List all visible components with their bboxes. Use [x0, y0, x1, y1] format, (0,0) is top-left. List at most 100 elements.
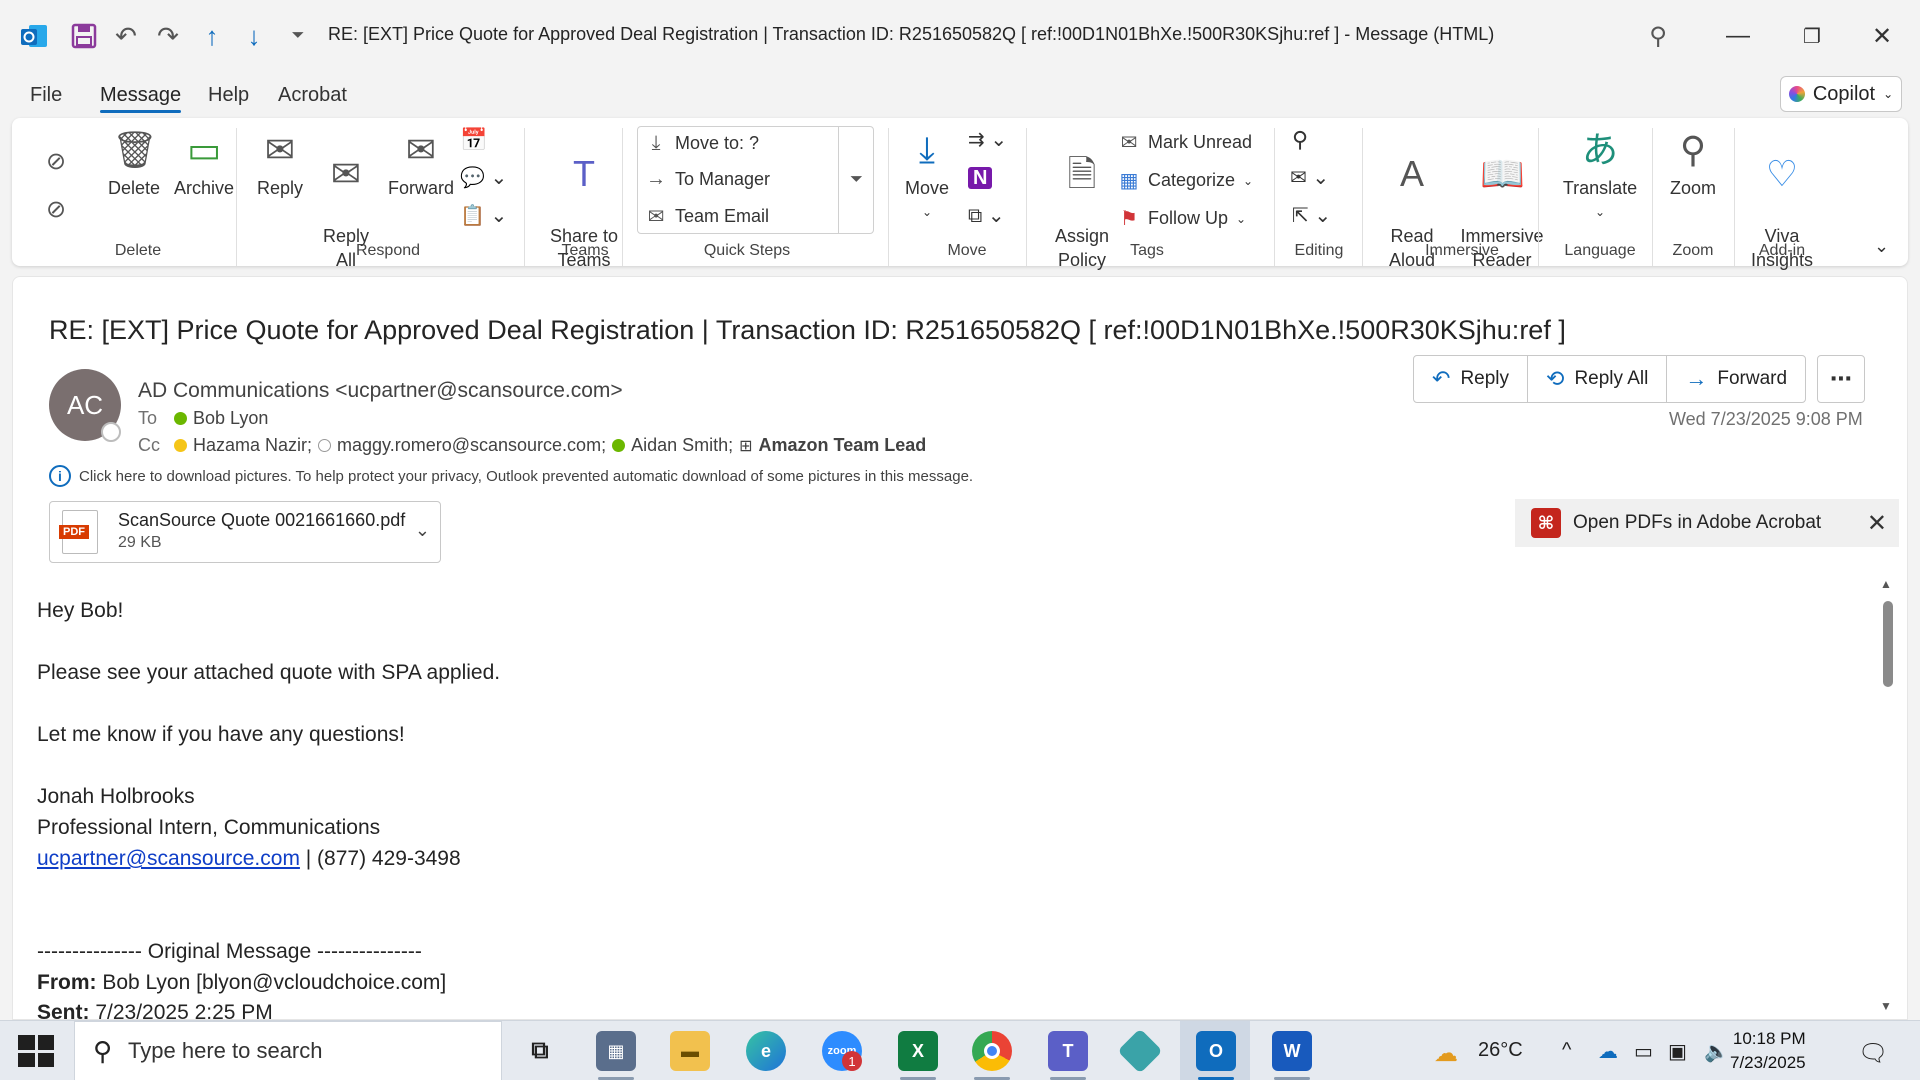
message-actions: ↶ Reply ⟲ Reply All → Forward — [1413, 355, 1807, 403]
close-icon[interactable]: ✕ — [1867, 509, 1887, 538]
to-label: To — [138, 408, 158, 428]
chrome-icon[interactable] — [972, 1031, 1012, 1071]
restore-button[interactable]: ❐ — [1782, 14, 1842, 58]
translate-label: Translate — [1562, 178, 1638, 198]
recipient-to[interactable]: Bob Lyon — [193, 408, 268, 429]
recipient-cc[interactable]: Hazama Nazir; — [193, 435, 312, 456]
app-icon[interactable] — [1117, 1028, 1163, 1074]
undo-icon[interactable]: ↶ — [108, 18, 144, 54]
move-button[interactable]: ⤓ Move ⌄ — [894, 128, 960, 224]
menu-acrobat[interactable]: Acrobat — [278, 84, 347, 107]
reply-button[interactable]: ✉ Reply — [250, 128, 310, 200]
follow-up-button[interactable]: ⚑ Follow Up ⌄ — [1118, 206, 1246, 231]
message-datetime: Wed 7/23/2025 9:08 PM — [1669, 409, 1863, 429]
zoom-button[interactable]: ⚲ Zoom — [1658, 128, 1728, 200]
translate-button[interactable]: あ Translate ⌄ — [1550, 128, 1650, 224]
forward-button[interactable]: ✉ Forward — [384, 128, 458, 200]
ribbon-separator — [1538, 128, 1539, 266]
file-explorer-icon[interactable]: ▬ — [670, 1031, 710, 1071]
attachment[interactable]: PDF ScanSource Quote 0021661660.pdf 29 K… — [49, 501, 441, 563]
ignore-button[interactable]: ⊘ — [34, 140, 78, 188]
edge-icon[interactable]: e — [746, 1031, 786, 1071]
sender[interactable]: AD Communications <ucpartner@scansource.… — [138, 379, 623, 403]
task-view-icon[interactable]: ⧉ — [520, 1031, 560, 1071]
expand-group-icon[interactable]: ⊞ — [739, 436, 752, 456]
copilot-button[interactable]: Copilot ⌄ — [1780, 76, 1902, 112]
weather-icon[interactable]: ☁ — [1434, 1039, 1458, 1068]
notifications-icon[interactable]: 🗨 — [1858, 1039, 1888, 1068]
scroll-down-icon[interactable]: ▼ — [1880, 999, 1892, 1013]
onedrive-icon[interactable]: ☁ — [1598, 1039, 1618, 1064]
assign-policy-button[interactable]: 🗎 Assign Policy — [1038, 128, 1126, 272]
network-icon[interactable]: ▣ — [1668, 1039, 1687, 1064]
signature-email-link[interactable]: ucpartner@scansource.com — [37, 847, 300, 870]
move-to-icon: ⤓ — [651, 132, 661, 154]
customize-toolbar-icon[interactable]: ⏷ — [280, 18, 316, 54]
next-item-icon[interactable]: ↓ — [236, 18, 272, 54]
quick-step-move-to[interactable]: ⤓ Move to: ? — [645, 132, 759, 155]
minimize-button[interactable]: — — [1708, 14, 1768, 58]
quick-steps-expand[interactable]: ⏷ — [838, 126, 874, 234]
junk-button[interactable]: ⊘ — [34, 188, 78, 236]
meeting-button[interactable]: 📅 — [460, 128, 487, 152]
ribbon-separator — [236, 128, 237, 266]
redo-icon[interactable]: ↷ — [150, 18, 186, 54]
quick-step-to-manager[interactable]: → To Manager — [645, 168, 770, 191]
original-sent: Sent: 7/23/2025 2:25 PM — [37, 1001, 273, 1019]
rules-button[interactable]: ⇉ ⌄ — [968, 128, 1007, 152]
categorize-button[interactable]: ▦ Categorize ⌄ — [1118, 168, 1254, 193]
archive-button[interactable]: ▭ Archive — [164, 128, 244, 200]
clock[interactable]: 10:18 PM 7/23/2025 — [1730, 1027, 1806, 1075]
presence-indicator — [101, 422, 121, 442]
attachment-name: ScanSource Quote 0021661660.pdf — [118, 510, 406, 530]
assign-policy-label: Assign Policy — [1054, 226, 1110, 270]
search-icon[interactable]: ⚲ — [1640, 18, 1676, 54]
volume-icon[interactable]: 🔈 — [1704, 1039, 1729, 1064]
menu-file[interactable]: File — [30, 84, 62, 107]
more-respond-button[interactable]: 📋 ⌄ — [460, 204, 507, 228]
start-button[interactable] — [18, 1035, 54, 1067]
onenote-button[interactable]: N — [968, 166, 993, 190]
menu-help[interactable]: Help — [208, 84, 249, 107]
pdf-icon: PDF — [59, 510, 98, 554]
calculator-icon[interactable]: ▦ — [596, 1031, 636, 1071]
acrobat-banner[interactable]: ⌘ Open PDFs in Adobe Acrobat ✕ — [1515, 499, 1899, 547]
previous-item-icon[interactable]: ↑ — [194, 18, 230, 54]
more-actions-button[interactable]: ⋯ — [1817, 355, 1865, 403]
ribbon-expand-button[interactable]: ⌄ — [1874, 234, 1889, 258]
im-button[interactable]: 💬 ⌄ — [460, 166, 507, 190]
categorize-label: Categorize — [1148, 170, 1236, 190]
immersive-reader-icon: 📖 — [1480, 153, 1525, 194]
delete-button[interactable]: 🗑 Delete — [98, 128, 170, 200]
teams-icon[interactable]: T — [1048, 1031, 1088, 1071]
group-label-editing: Editing — [1294, 242, 1344, 259]
forward-button[interactable]: → Forward — [1667, 356, 1805, 402]
show-hidden-icons[interactable]: ^ — [1562, 1039, 1571, 1062]
find-button[interactable]: ⚲ — [1292, 128, 1308, 152]
related-button[interactable]: ✉ ⌄ — [1290, 166, 1329, 190]
menu-message[interactable]: Message — [100, 84, 182, 113]
outlook-icon[interactable]: O — [1196, 1031, 1236, 1071]
save-icon[interactable] — [66, 18, 102, 54]
download-pictures-notice[interactable]: i Click here to download pictures. To he… — [49, 465, 973, 487]
weather-temp[interactable]: 26°C — [1478, 1039, 1523, 1062]
battery-icon[interactable]: ▭ — [1634, 1039, 1653, 1064]
actions-button[interactable]: ⧉ ⌄ — [968, 204, 1005, 228]
recipient-group[interactable]: Amazon Team Lead — [759, 435, 927, 456]
reply-button[interactable]: ↶ Reply — [1414, 356, 1529, 402]
scrollbar-thumb[interactable] — [1883, 601, 1893, 687]
select-button[interactable]: ⇱ ⌄ — [1292, 204, 1331, 228]
chevron-down-icon[interactable]: ⌄ — [415, 520, 430, 541]
reply-all-button[interactable]: ⟲ Reply All — [1528, 356, 1668, 402]
quick-step-team-email[interactable]: ✉ Team Email — [645, 204, 769, 229]
word-icon[interactable]: W — [1272, 1031, 1312, 1071]
recipient-cc[interactable]: Aidan Smith; — [631, 435, 733, 456]
forward-label: Forward — [1717, 368, 1788, 389]
close-button[interactable]: ✕ — [1852, 14, 1912, 58]
taskbar-search[interactable]: ⚲ Type here to search — [74, 1021, 502, 1080]
mark-unread-button[interactable]: ✉ Mark Unread — [1118, 130, 1252, 155]
scroll-up-icon[interactable]: ▲ — [1880, 577, 1892, 591]
excel-icon[interactable]: X — [898, 1031, 938, 1071]
ribbon-separator — [1734, 128, 1735, 266]
recipient-cc[interactable]: maggy.romero@scansource.com; — [337, 435, 606, 456]
